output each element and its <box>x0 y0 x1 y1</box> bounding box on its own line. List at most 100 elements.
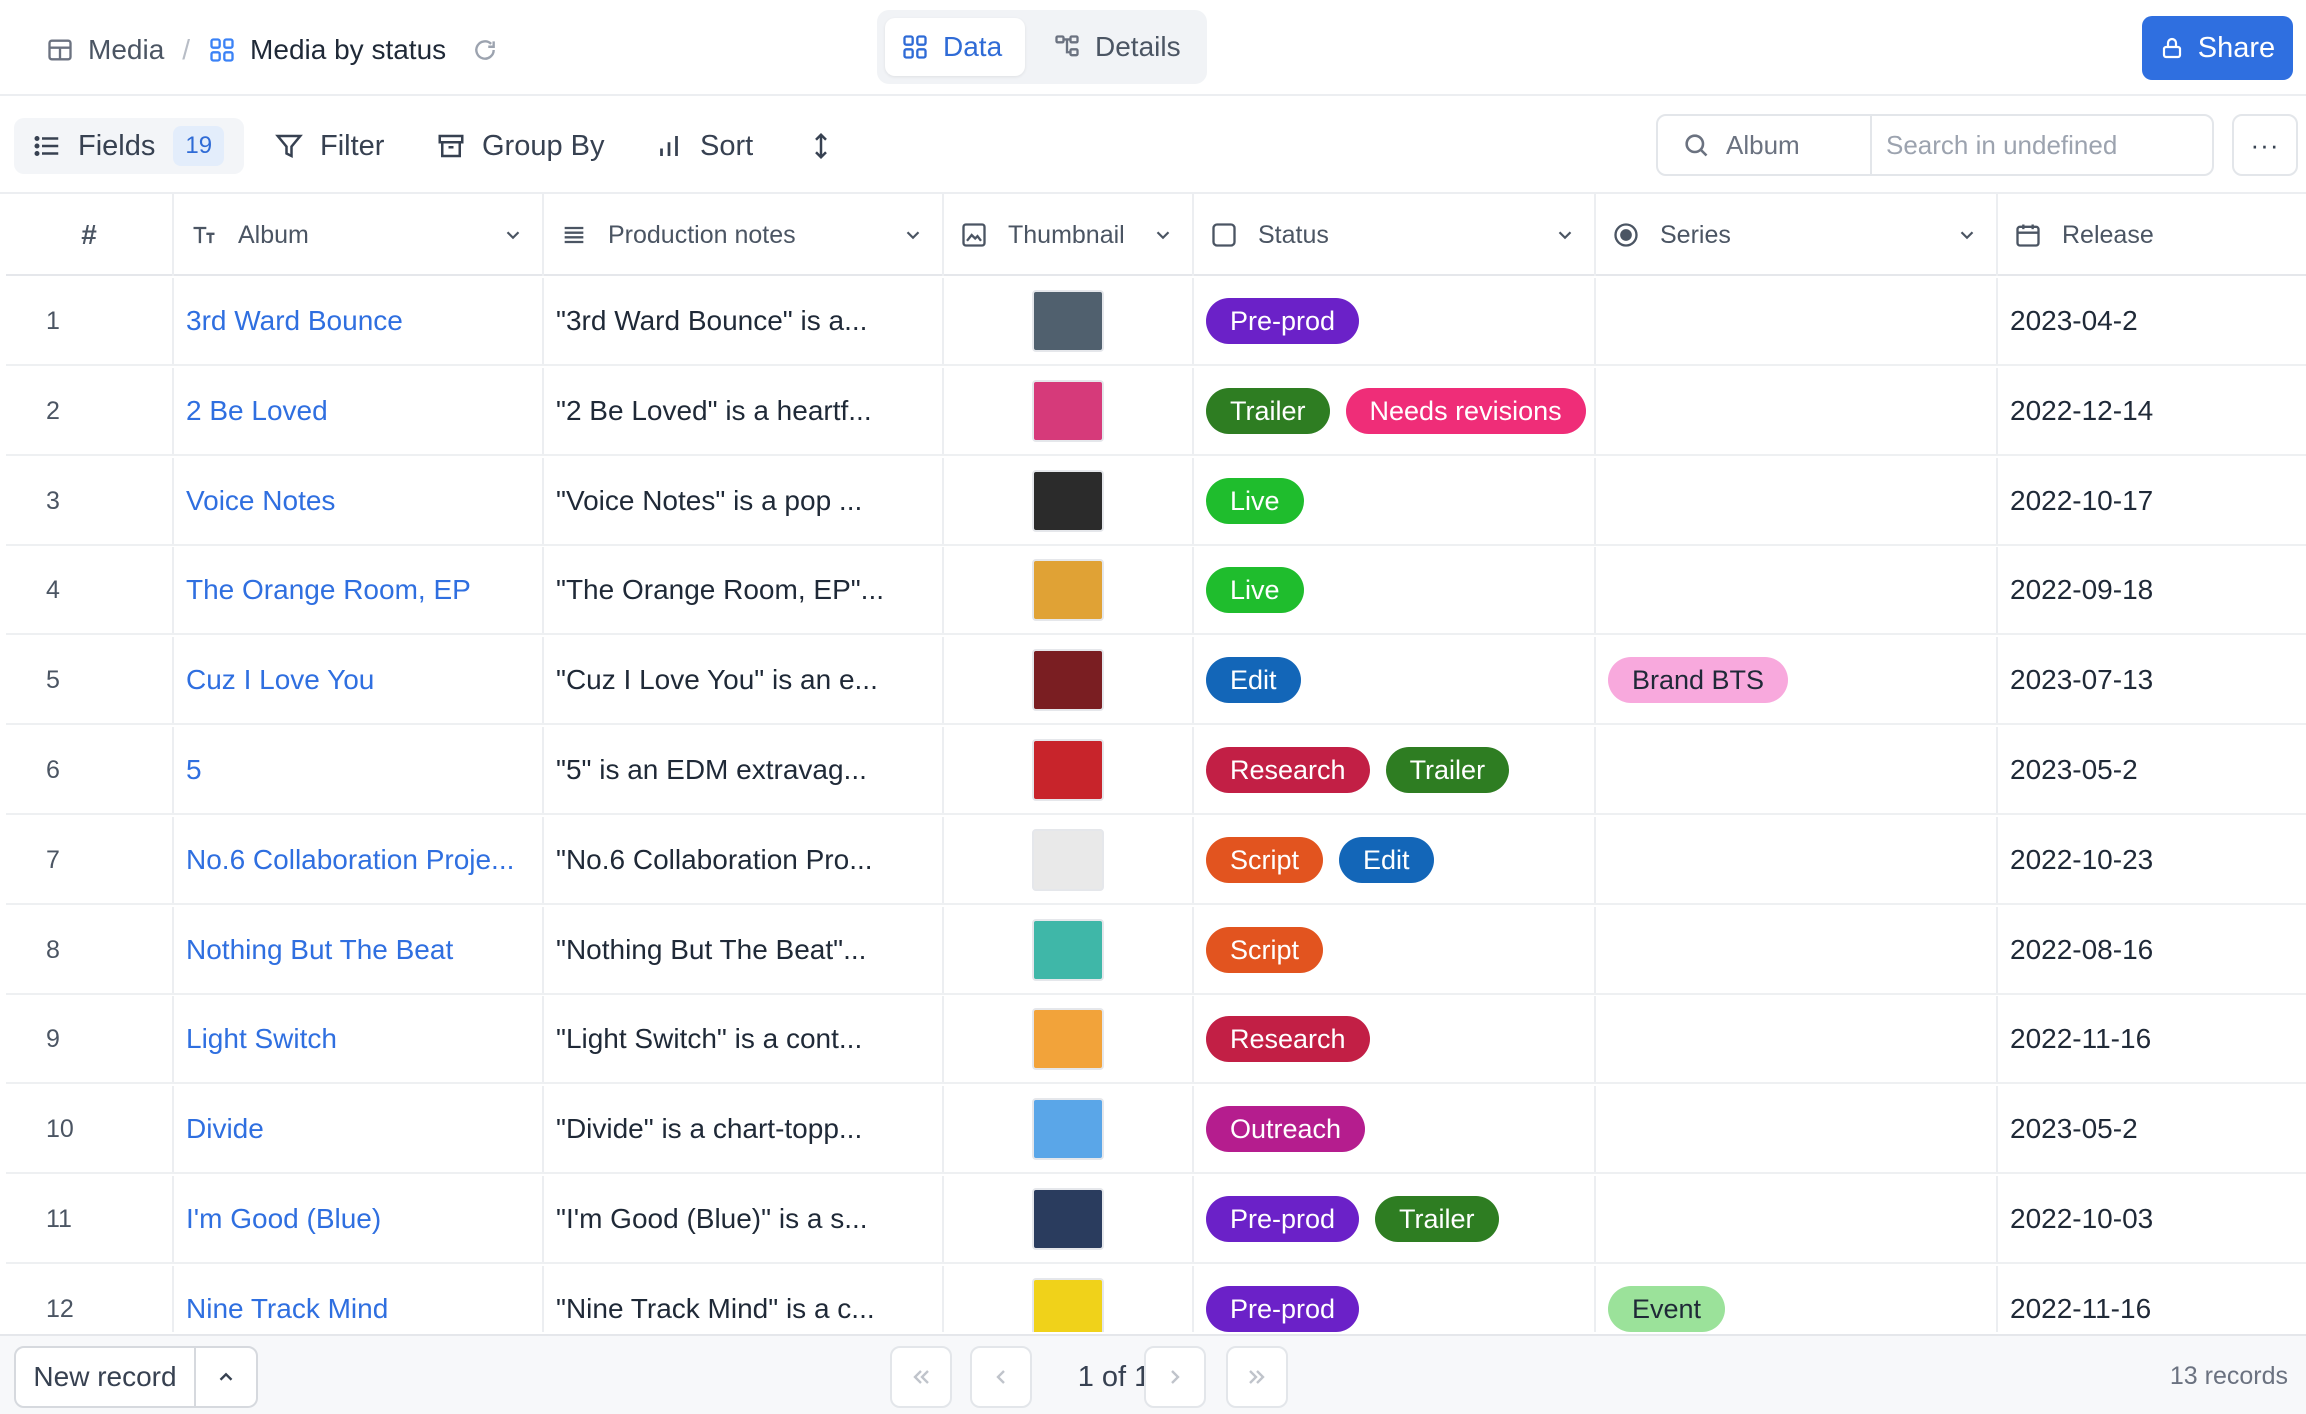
album-link[interactable]: Nothing But The Beat <box>174 907 544 993</box>
table-row[interactable]: 10 Divide "Divide" is a chart-topp... Outre… <box>6 1086 2306 1174</box>
chevron-down-icon[interactable] <box>902 224 924 246</box>
status-cell[interactable]: Research <box>1194 996 1596 1082</box>
series-cell[interactable] <box>1596 368 1998 454</box>
production-notes-cell[interactable]: "2 Be Loved" is a heartf... <box>544 368 944 454</box>
thumbnail-cell[interactable] <box>944 458 1194 544</box>
series-cell[interactable]: Brand BTS <box>1596 637 1998 723</box>
status-cell[interactable]: Trailer Needs revisions <box>1194 368 1596 454</box>
share-button[interactable]: Share <box>2142 16 2293 80</box>
tab-data[interactable]: Data <box>885 18 1025 76</box>
thumbnail-cell[interactable] <box>944 1086 1194 1172</box>
more-options-button[interactable]: ··· <box>2232 114 2298 176</box>
table-row[interactable]: 4 The Orange Room, EP "The Orange Room, EP… <box>6 547 2306 635</box>
album-thumbnail[interactable] <box>1032 1008 1104 1070</box>
thumbnail-cell[interactable] <box>944 278 1194 364</box>
album-thumbnail[interactable] <box>1032 1098 1104 1160</box>
column-header-album[interactable]: Album <box>174 194 544 276</box>
series-cell[interactable] <box>1596 907 1998 993</box>
album-thumbnail[interactable] <box>1032 470 1104 532</box>
group-by-button[interactable]: Group By <box>436 118 605 174</box>
thumbnail-cell[interactable] <box>944 368 1194 454</box>
album-thumbnail[interactable] <box>1032 739 1104 801</box>
album-link[interactable]: Divide <box>174 1086 544 1172</box>
chevron-down-icon[interactable] <box>1554 224 1576 246</box>
previous-page-button[interactable] <box>970 1346 1032 1408</box>
production-notes-cell[interactable]: "Cuz I Love You" is an e... <box>544 637 944 723</box>
column-header-thumbnail[interactable]: Thumbnail <box>944 194 1194 276</box>
production-notes-cell[interactable]: "Nine Track Mind" is a c... <box>544 1266 944 1332</box>
status-cell[interactable]: Live <box>1194 458 1596 544</box>
table-row[interactable]: 1 3rd Ward Bounce "3rd Ward Bounce" is a..… <box>6 278 2306 366</box>
production-notes-cell[interactable]: "Divide" is a chart-topp... <box>544 1086 944 1172</box>
table-row[interactable]: 5 Cuz I Love You "Cuz I Love You" is an e.… <box>6 637 2306 725</box>
search-field-selector[interactable]: Album <box>1658 116 1872 174</box>
table-row[interactable]: 11 I'm Good (Blue) "I'm Good (Blue)" is a … <box>6 1176 2306 1264</box>
status-cell[interactable]: Live <box>1194 547 1596 633</box>
table-row[interactable]: 3 Voice Notes "Voice Notes" is a pop ... Li… <box>6 458 2306 546</box>
release-date-cell[interactable]: 2023-05-2 <box>1998 727 2306 813</box>
filter-button[interactable]: Filter <box>274 118 384 174</box>
table-row[interactable]: 12 Nine Track Mind "Nine Track Mind" is a … <box>6 1266 2306 1332</box>
release-date-cell[interactable]: 2022-12-14 <box>1998 368 2306 454</box>
fields-button[interactable]: Fields 19 <box>14 118 244 174</box>
sort-button[interactable]: Sort <box>654 118 753 174</box>
series-cell[interactable] <box>1596 817 1998 903</box>
last-page-button[interactable] <box>1226 1346 1288 1408</box>
release-date-cell[interactable]: 2022-11-16 <box>1998 996 2306 1082</box>
album-thumbnail[interactable] <box>1032 1188 1104 1250</box>
series-cell[interactable]: Event <box>1596 1266 1998 1332</box>
release-date-cell[interactable]: 2022-11-16 <box>1998 1266 2306 1332</box>
release-date-cell[interactable]: 2022-08-16 <box>1998 907 2306 993</box>
series-cell[interactable] <box>1596 727 1998 813</box>
release-date-cell[interactable]: 2022-10-03 <box>1998 1176 2306 1262</box>
thumbnail-cell[interactable] <box>944 1266 1194 1332</box>
breadcrumb-table[interactable]: Media <box>88 34 164 66</box>
status-cell[interactable]: Outreach <box>1194 1086 1596 1172</box>
thumbnail-cell[interactable] <box>944 907 1194 993</box>
breadcrumb-view[interactable]: Media by status <box>250 34 446 66</box>
table-row[interactable]: 7 No.6 Collaboration Proje... "No.6 Collab… <box>6 817 2306 905</box>
series-cell[interactable] <box>1596 1086 1998 1172</box>
album-link[interactable]: I'm Good (Blue) <box>174 1176 544 1262</box>
production-notes-cell[interactable]: "5" is an EDM extravag... <box>544 727 944 813</box>
table-row[interactable]: 8 Nothing But The Beat "Nothing But The Be… <box>6 907 2306 995</box>
album-link[interactable]: No.6 Collaboration Proje... <box>174 817 544 903</box>
refresh-icon[interactable] <box>472 37 498 63</box>
release-date-cell[interactable]: 2023-05-2 <box>1998 1086 2306 1172</box>
thumbnail-cell[interactable] <box>944 727 1194 813</box>
table-row[interactable]: 6 5 "5" is an EDM extravag... Research Trail… <box>6 727 2306 815</box>
table-row[interactable]: 22 Be Loved "2 Be Loved" is a heartf... Tr… <box>6 368 2306 456</box>
album-thumbnail[interactable] <box>1032 290 1104 352</box>
album-thumbnail[interactable] <box>1032 919 1104 981</box>
album-thumbnail[interactable] <box>1032 559 1104 621</box>
status-cell[interactable]: Pre-prod <box>1194 1266 1596 1332</box>
column-header-status[interactable]: Status <box>1194 194 1596 276</box>
release-date-cell[interactable]: 2023-04-2 <box>1998 278 2306 364</box>
thumbnail-cell[interactable] <box>944 547 1194 633</box>
status-cell[interactable]: Pre-prod Trailer <box>1194 1176 1596 1262</box>
album-link[interactable]: Voice Notes <box>174 458 544 544</box>
production-notes-cell[interactable]: "Light Switch" is a cont... <box>544 996 944 1082</box>
album-thumbnail[interactable] <box>1032 649 1104 711</box>
release-date-cell[interactable]: 2022-09-18 <box>1998 547 2306 633</box>
next-page-button[interactable] <box>1144 1346 1206 1408</box>
production-notes-cell[interactable]: "Voice Notes" is a pop ... <box>544 458 944 544</box>
production-notes-cell[interactable]: "No.6 Collaboration Pro... <box>544 817 944 903</box>
production-notes-cell[interactable]: "Nothing But The Beat"... <box>544 907 944 993</box>
chevron-down-icon[interactable] <box>502 224 524 246</box>
column-header-production-notes[interactable]: Production notes <box>544 194 944 276</box>
thumbnail-cell[interactable] <box>944 1176 1194 1262</box>
album-thumbnail[interactable] <box>1032 829 1104 891</box>
album-link[interactable]: 3rd Ward Bounce <box>174 278 544 364</box>
release-date-cell[interactable]: 2022-10-23 <box>1998 817 2306 903</box>
status-cell[interactable]: Pre-prod <box>1194 278 1596 364</box>
series-cell[interactable] <box>1596 547 1998 633</box>
album-link[interactable]: 5 <box>174 727 544 813</box>
status-cell[interactable]: Script <box>1194 907 1596 993</box>
series-cell[interactable] <box>1596 278 1998 364</box>
status-cell[interactable]: Research Trailer <box>1194 727 1596 813</box>
column-header-release[interactable]: Release <box>1998 194 2306 276</box>
series-cell[interactable] <box>1596 458 1998 544</box>
status-cell[interactable]: Script Edit <box>1194 817 1596 903</box>
table-row[interactable]: 9 Light Switch "Light Switch" is a cont...… <box>6 996 2306 1084</box>
